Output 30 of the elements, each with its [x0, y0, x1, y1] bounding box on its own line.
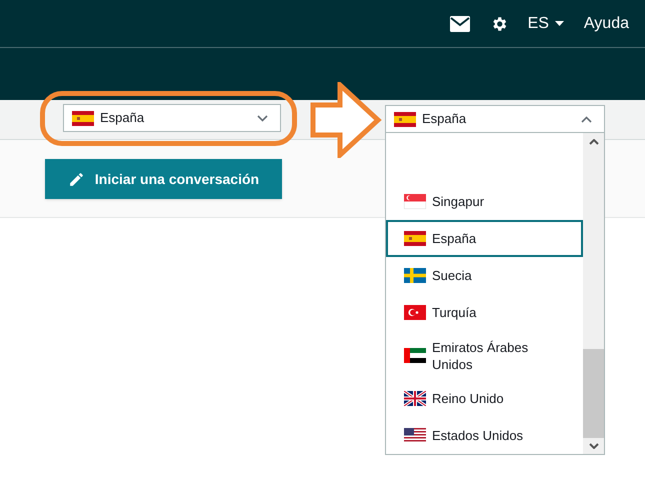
country-option[interactable]: Turquía [386, 294, 583, 332]
scrollbar-thumb[interactable] [583, 349, 604, 438]
language-menu[interactable]: ES [528, 12, 564, 36]
help-link[interactable]: Ayuda [584, 12, 629, 36]
scrollbar[interactable] [583, 133, 604, 454]
caret-icon [554, 21, 564, 26]
country-option[interactable]: España [386, 220, 583, 258]
flag-icon [404, 348, 426, 364]
country-option[interactable]: Emiratos Árabes Unidos [386, 331, 583, 380]
scroll-up-icon[interactable] [588, 139, 598, 145]
mail-icon[interactable] [450, 16, 470, 32]
start-conversation-button[interactable]: Iniciar una conversación [45, 159, 282, 199]
pencil-icon [68, 170, 85, 188]
country-option[interactable]: Estados Unidos [386, 416, 583, 454]
flag-icon [72, 110, 94, 126]
flag-icon [404, 194, 426, 210]
flag-icon [404, 231, 426, 246]
flag-icon [404, 428, 426, 444]
flag-icon [404, 390, 426, 406]
chevron-up-icon [581, 116, 592, 122]
scroll-down-icon[interactable] [588, 443, 598, 449]
country-option[interactable]: Reino Unido [386, 380, 583, 417]
country-select[interactable]: España [385, 105, 605, 133]
flag-icon [404, 268, 426, 284]
flag-icon [404, 305, 426, 320]
country-select[interactable]: España [63, 104, 281, 132]
chevron-down-icon [257, 114, 268, 122]
flag-icon [394, 112, 416, 126]
country-option[interactable]: Suecia [386, 257, 583, 294]
country-option[interactable]: Singapur [386, 183, 583, 220]
